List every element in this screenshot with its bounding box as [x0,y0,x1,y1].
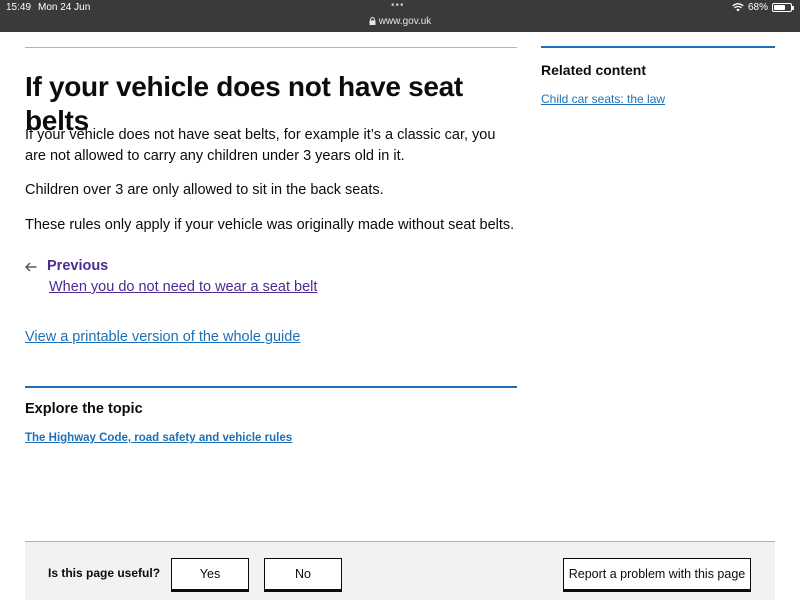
arrow-left-icon [25,262,37,272]
feedback-bar: Is this page useful? Yes No Report a pro… [25,541,775,600]
explore-divider [25,386,517,388]
status-time: 15:49 [6,2,32,13]
previous-label[interactable]: Previous [47,258,108,274]
related-content-heading: Related content [541,62,647,78]
status-date: Mon 24 Jun [38,2,91,13]
printable-guide-link[interactable]: View a printable version of the whole gu… [25,329,300,345]
feedback-no-button[interactable]: No [264,558,342,590]
explore-topic-link[interactable]: The Highway Code, road safety and vehicl… [25,432,292,444]
feedback-yes-button[interactable]: Yes [171,558,249,590]
related-divider [541,46,775,48]
battery-fill [774,5,785,10]
battery-icon [772,3,794,12]
url-text: www.gov.uk [378,16,432,27]
explore-topic-heading: Explore the topic [25,401,143,417]
battery-percent: 68% [747,2,768,13]
battery-cap [792,6,794,10]
status-bar: 15:49 Mon 24 Jun ••• www.gov.uk 68% [0,0,800,32]
feedback-question: Is this page useful? [48,566,161,580]
more-dots-icon[interactable]: ••• [391,0,405,11]
wifi-icon [732,3,744,12]
lock-icon [369,17,376,25]
address-bar[interactable]: www.gov.uk [0,16,800,27]
related-content-link[interactable]: Child car seats: the law [541,92,665,106]
body-paragraph-3: These rules only apply if your vehicle w… [25,217,515,233]
status-indicators: 68% [732,2,794,13]
top-divider [25,47,517,48]
previous-page-link[interactable]: When you do not need to wear a seat belt [49,279,317,295]
body-paragraph-1: If your vehicle does not have seat belts… [25,127,496,164]
body-paragraph-2: Children over 3 are only allowed to sit … [25,182,384,198]
report-problem-button[interactable]: Report a problem with this page [563,558,751,590]
